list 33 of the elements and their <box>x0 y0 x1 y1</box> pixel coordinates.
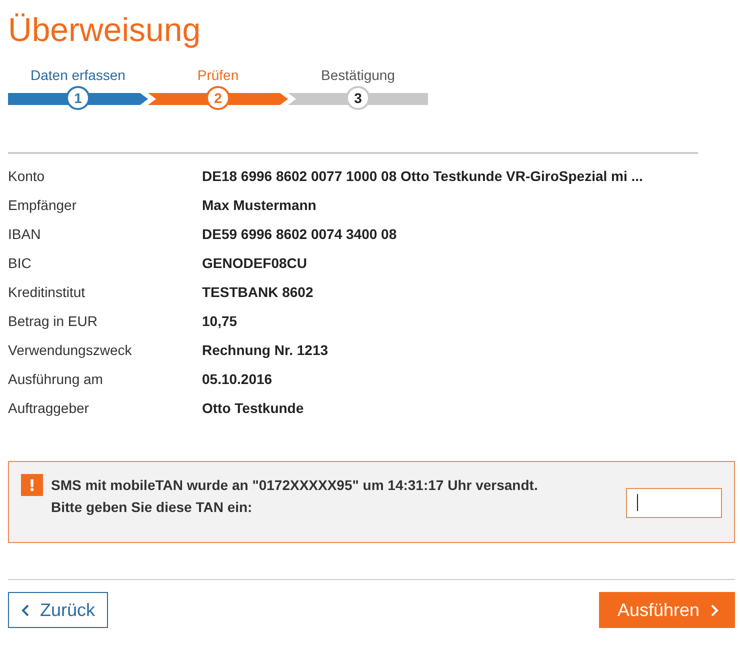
detail-value: GENODEF08CU <box>202 254 308 273</box>
step-number: 3 <box>346 86 370 110</box>
step-label: Prüfen <box>197 66 239 84</box>
page-title: Überweisung <box>8 10 202 50</box>
detail-label: BIC <box>8 254 32 273</box>
detail-label: Konto <box>8 167 46 186</box>
detail-label: Empfänger <box>8 196 78 215</box>
warning-icon: ! <box>21 474 43 496</box>
tan-input-field[interactable] <box>626 488 722 518</box>
detail-label: Ausführung am <box>8 370 104 389</box>
chevron-right-icon <box>710 604 719 616</box>
step-number: 1 <box>66 86 90 110</box>
tan-prompt: Bitte geben Sie diese TAN ein: <box>51 498 252 517</box>
detail-label: Kreditinstitut <box>8 283 86 302</box>
back-button[interactable]: Zurück <box>8 592 108 628</box>
sms-message: SMS mit mobileTAN wurde an "0172XXXXX95" um 14:31:17 Uhr versandt. <box>51 476 539 495</box>
detail-value: 10,75 <box>202 312 238 331</box>
submit-button[interactable]: Ausführen <box>599 592 735 628</box>
detail-label: Verwendungszweck <box>8 341 133 360</box>
detail-value: TESTBANK 8602 <box>202 283 314 302</box>
detail-label: IBAN <box>8 225 42 244</box>
detail-value: Rechnung Nr. 1213 <box>202 341 330 360</box>
detail-value: Max Mustermann <box>202 196 318 215</box>
detail-value: 05.10.2016 <box>202 370 274 389</box>
step-number: 2 <box>206 86 230 110</box>
detail-value: DE59 6996 8602 0074 3400 08 <box>202 225 398 244</box>
detail-label: Betrag in EUR <box>8 312 98 331</box>
step-label: Daten erfassen <box>30 66 126 84</box>
detail-value: DE18 6996 8602 0077 1000 08 Otto Testkunde VR-GiroSpezial mi ... <box>202 167 644 186</box>
step-label: Bestätigung <box>321 66 395 84</box>
chevron-left-icon <box>21 604 30 616</box>
detail-label: Auftraggeber <box>8 399 90 418</box>
detail-value: Otto Testkunde <box>202 399 305 418</box>
